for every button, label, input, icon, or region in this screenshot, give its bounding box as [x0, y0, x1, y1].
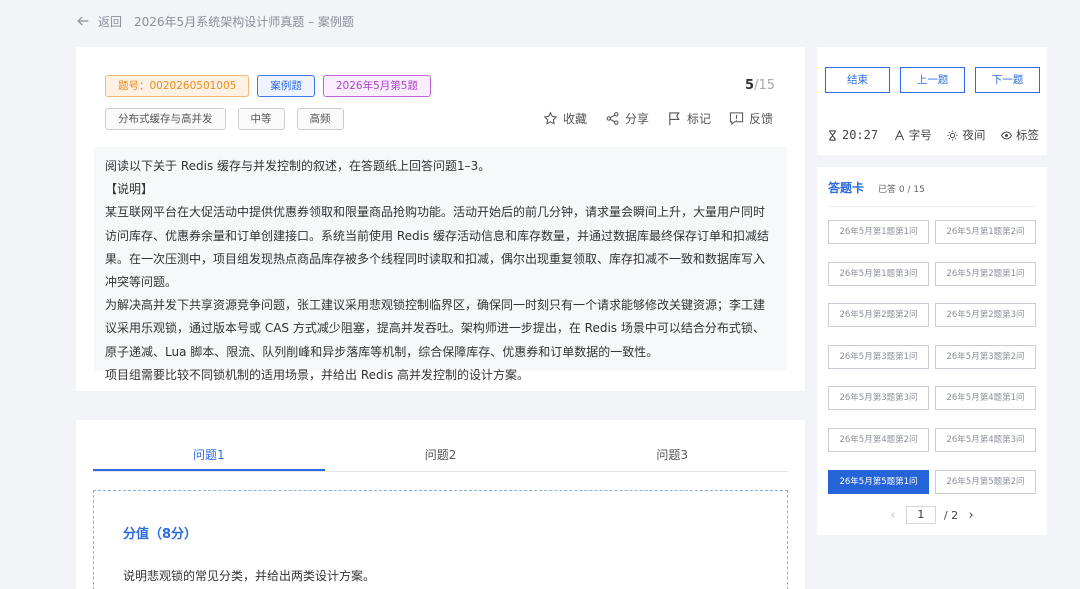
page-title: 2026年5月系统架构设计师真题 – 案例题	[134, 14, 354, 29]
answer-sheet-item-current[interactable]: 26年5月第5题第1问	[828, 469, 929, 494]
share-button[interactable]: 分享	[605, 110, 649, 127]
night-mode-button[interactable]: 夜间	[947, 127, 985, 143]
control-panel: 结束 上一题 下一题 20:27 字号 夜间 标签	[817, 47, 1047, 155]
total-questions: /15	[754, 78, 775, 93]
material-paragraph: 为解决高并发下共享资源竞争问题，张工建议采用悲观锁控制临界区，确保同一时刻只有一…	[105, 298, 766, 359]
sub-question-tabs: 问题1 问题2 问题3	[93, 440, 788, 472]
share-icon	[606, 112, 619, 125]
bookmark-label: 标签	[1016, 128, 1039, 142]
font-size-icon	[894, 129, 904, 140]
back-link[interactable]: 返回	[98, 13, 122, 30]
question-id-tag: 题号：0020260501005	[105, 75, 250, 97]
breadcrumb: 返回 2026年5月系统架构设计师真题 – 案例题	[76, 12, 354, 30]
current-question-number: 5	[745, 78, 755, 93]
night-mode-label: 夜间	[962, 128, 986, 142]
tab-question-3[interactable]: 问题3	[556, 440, 788, 471]
mark-label: 标记	[686, 112, 711, 126]
answer-sheet-item[interactable]: 26年5月第1题第2问	[935, 220, 1036, 244]
answer-sheet-item[interactable]: 26年5月第3题第2问	[935, 344, 1036, 369]
feedback-label: 反馈	[748, 112, 773, 126]
answer-sheet-item[interactable]: 26年5月第2题第1问	[935, 261, 1036, 286]
timer: 20:27	[827, 127, 878, 143]
favorite-button[interactable]: 收藏	[543, 110, 587, 127]
pagination: ‹ 1 / 2 ›	[817, 506, 1047, 524]
answer-sheet-header: 答题卡 已答 0 / 15	[828, 179, 925, 196]
score-label: 分值（8分）	[123, 527, 198, 542]
font-size-button[interactable]: 字号	[894, 127, 932, 143]
divider	[828, 206, 1036, 207]
arrow-left-icon[interactable]	[76, 14, 90, 28]
feedback-icon	[729, 112, 744, 126]
answer-sheet-item[interactable]: 26年5月第2题第3问	[935, 303, 1036, 328]
material-paragraph: 项目组需要比较不同锁机制的适用场景，并给出 Redis 高并发控制的设计方案。	[105, 367, 530, 382]
end-button[interactable]: 结束	[825, 67, 890, 93]
page-total: / 2	[943, 508, 959, 522]
question-tags: 题号：0020260501005 案例题 2026年5月第5题	[105, 75, 431, 97]
attribute-frequency: 高频	[296, 108, 344, 130]
share-label: 分享	[624, 112, 649, 126]
answer-sheet-grid: 26年5月第1题第1问 26年5月第1题第2问 26年5月第1题第3问 26年5…	[828, 220, 1036, 494]
question-counter: 5/15	[745, 78, 775, 93]
next-button[interactable]: 下一题	[975, 67, 1040, 93]
tab-question-1[interactable]: 问题1	[93, 440, 325, 471]
favorite-label: 收藏	[562, 112, 587, 126]
answer-sheet: 答题卡 已答 0 / 15 26年5月第1题第1问 26年5月第1题第2问 26…	[817, 167, 1047, 535]
next-page-icon[interactable]: ›	[966, 508, 976, 523]
question-card: 题号：0020260501005 案例题 2026年5月第5题 5/15 分布式…	[76, 47, 805, 391]
answer-sheet-item[interactable]: 26年5月第2题第2问	[828, 303, 929, 328]
flag-icon	[669, 112, 680, 126]
nav-buttons: 结束 上一题 下一题	[825, 67, 1040, 93]
answered-count: 已答 0 / 15	[878, 185, 925, 195]
sub-question-card: 问题1 问题2 问题3 分值（8分） 说明悲观锁的常见分类，并给出两类设计方案。	[76, 420, 805, 589]
question-material: 阅读以下关于 Redis 缓存与并发控制的叙述，在答题纸上回答问题1–3。 【说…	[94, 147, 787, 382]
answer-sheet-item[interactable]: 26年5月第3题第3问	[828, 386, 929, 411]
answer-sheet-item[interactable]: 26年5月第4题第2问	[828, 427, 929, 452]
sub-question-text: 说明悲观锁的常见分类，并给出两类设计方案。	[123, 569, 376, 583]
feedback-button[interactable]: 反馈	[729, 110, 773, 127]
answer-sheet-item[interactable]: 26年5月第4题第1问	[935, 386, 1036, 411]
hourglass-icon	[829, 129, 836, 141]
prev-button[interactable]: 上一题	[900, 67, 965, 93]
timer-value: 20:27	[842, 128, 879, 142]
answer-sheet-item[interactable]: 26年5月第5题第2问	[935, 469, 1036, 494]
attribute-difficulty: 中等	[237, 108, 285, 130]
answer-sheet-item[interactable]: 26年5月第1题第3问	[828, 261, 929, 286]
bookmark-button[interactable]: 标签	[1001, 127, 1039, 143]
question-source-tag: 2026年5月第5题	[322, 75, 431, 97]
material-heading: 【说明】	[105, 182, 154, 197]
question-type-tag: 案例题	[257, 75, 315, 97]
answer-area: 分值（8分） 说明悲观锁的常见分类，并给出两类设计方案。	[93, 490, 788, 589]
material-intro: 阅读以下关于 Redis 缓存与并发控制的叙述，在答题纸上回答问题1–3。	[105, 159, 491, 173]
mark-button[interactable]: 标记	[667, 110, 711, 127]
attribute-topic: 分布式缓存与高并发	[105, 108, 226, 130]
answer-sheet-item[interactable]: 26年5月第1题第1问	[828, 220, 929, 244]
material-paragraph: 某互联网平台在大促活动中提供优惠券领取和限量商品抢购功能。活动开始后的前几分钟，…	[105, 205, 770, 290]
question-attributes: 分布式缓存与高并发 中等 高频	[105, 108, 344, 130]
answer-sheet-item[interactable]: 26年5月第4题第3问	[935, 427, 1036, 452]
eye-icon	[1001, 131, 1012, 139]
page-input[interactable]: 1	[905, 506, 936, 524]
tool-bar: 20:27 字号 夜间 标签	[827, 127, 1039, 143]
question-actions: 收藏 分享 标记 反馈	[543, 110, 773, 127]
answer-sheet-title: 答题卡	[828, 181, 865, 195]
answer-sheet-item[interactable]: 26年5月第3题第1问	[828, 344, 929, 369]
star-icon	[543, 111, 558, 125]
sun-icon	[947, 129, 958, 141]
tab-question-2[interactable]: 问题2	[325, 440, 557, 471]
prev-page-icon[interactable]: ‹	[888, 508, 898, 523]
font-size-label: 字号	[908, 128, 932, 142]
